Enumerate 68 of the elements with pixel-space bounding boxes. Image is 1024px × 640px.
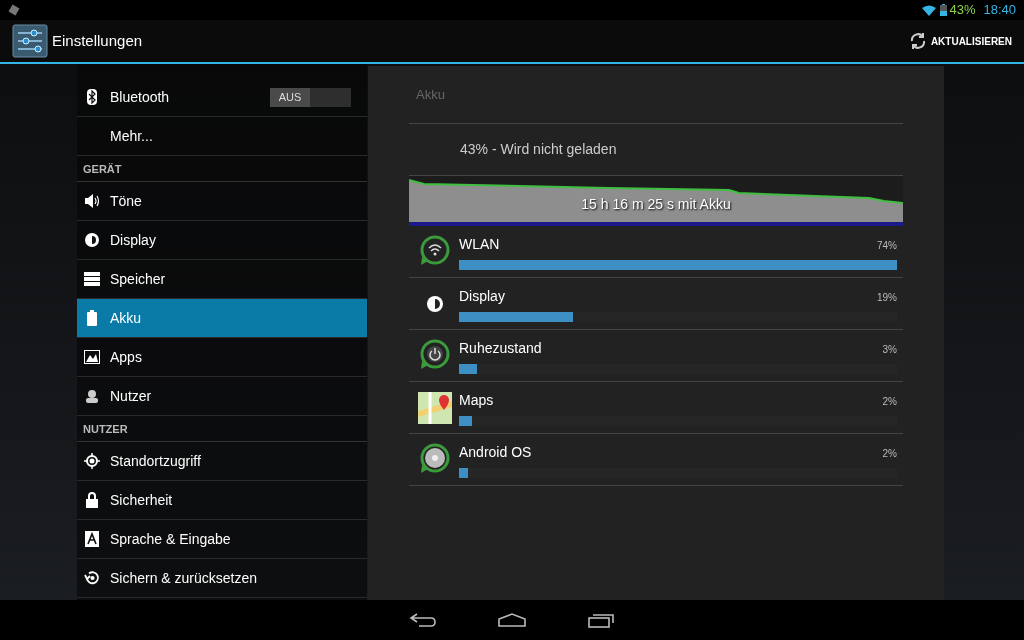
battery-icon	[87, 310, 97, 326]
item-label: Sicherheit	[110, 490, 174, 510]
app-name: Android OS	[459, 442, 532, 462]
refresh-button[interactable]: AKTUALISIEREN	[908, 32, 1012, 50]
item-label: Mehr...	[110, 126, 154, 146]
home-icon[interactable]	[497, 613, 527, 627]
picture-icon	[84, 350, 100, 364]
speaker-icon	[84, 193, 100, 209]
lock-icon	[86, 492, 98, 508]
brightness-icon	[84, 232, 100, 248]
restore-icon	[84, 570, 100, 586]
recent-apps-icon[interactable]	[587, 612, 615, 628]
wifi-icon	[922, 4, 937, 16]
usage-percent: 2%	[882, 394, 897, 409]
section-header: NUTZER	[83, 421, 128, 437]
letter-icon	[85, 531, 99, 547]
usage-row[interactable]: WLAN 74%	[409, 226, 903, 278]
usage-percent: 74%	[877, 238, 897, 253]
usage-row[interactable]: Display 19%	[409, 278, 903, 330]
item-label: Nutzer	[110, 386, 153, 406]
app-name: Display	[459, 286, 505, 306]
settings-item[interactable]: Sichern & zurücksetzen	[77, 559, 367, 598]
usage-percent: 2%	[882, 446, 897, 461]
app-name: Maps	[459, 390, 494, 410]
battery-status: 43% - Wird nicht geladen	[460, 140, 617, 159]
usage-percent: 3%	[882, 342, 897, 357]
item-label: Sichern & zurücksetzen	[110, 568, 259, 588]
usage-percent: 19%	[877, 290, 897, 305]
battery-icon	[940, 4, 948, 16]
item-label: Speicher	[110, 269, 167, 289]
location-icon	[84, 453, 100, 469]
item-label: Standortzugriff	[110, 451, 202, 471]
section-header: GERÄT	[83, 161, 122, 177]
item-label: Töne	[110, 191, 143, 211]
app-title: Einstellungen	[52, 30, 143, 51]
settings-item[interactable]: Akku	[77, 299, 367, 338]
settings-item[interactable]: Nutzer	[77, 377, 367, 416]
settings-item[interactable]: Apps	[77, 338, 367, 377]
item-label: Akku	[110, 308, 143, 328]
clock-time: 18:40	[983, 1, 1016, 20]
panel-title: Akku	[416, 85, 445, 104]
app-name: Ruhezustand	[459, 338, 542, 358]
notification-icon	[8, 4, 20, 16]
settings-item[interactable]: Standortzugriff	[77, 442, 367, 481]
item-label: Bluetooth	[110, 87, 171, 107]
settings-item[interactable]: Sprache & Eingabe	[77, 520, 367, 559]
settings-item[interactable]: Sicherheit	[77, 481, 367, 520]
settings-item[interactable]: Töne	[77, 182, 367, 221]
toggle-switch[interactable]: AUS	[270, 87, 351, 107]
item-label: Apps	[110, 347, 143, 367]
refresh-icon	[908, 32, 927, 50]
item-label: Sprache & Eingabe	[110, 529, 232, 549]
usage-row[interactable]: Maps 2%	[409, 382, 903, 434]
settings-app-icon	[12, 24, 48, 58]
settings-item[interactable]: Bluetooth AUS	[77, 78, 367, 117]
map-icon	[416, 390, 454, 425]
app-name: WLAN	[459, 234, 500, 254]
settings-item[interactable]: Display	[77, 221, 367, 260]
item-label: Display	[110, 230, 157, 250]
usage-row[interactable]: Android OS 2%	[409, 434, 903, 486]
battery-percent: 43%	[949, 1, 976, 20]
storage-icon	[84, 272, 100, 286]
usage-row[interactable]: Ruhezustand 3%	[409, 330, 903, 382]
bluetooth-icon	[87, 89, 97, 105]
person-icon	[85, 389, 99, 403]
settings-item[interactable]: Mehr...	[77, 117, 367, 156]
graph-label: 15 h 16 m 25 s mit Akku	[580, 195, 732, 214]
back-icon[interactable]	[409, 612, 437, 628]
